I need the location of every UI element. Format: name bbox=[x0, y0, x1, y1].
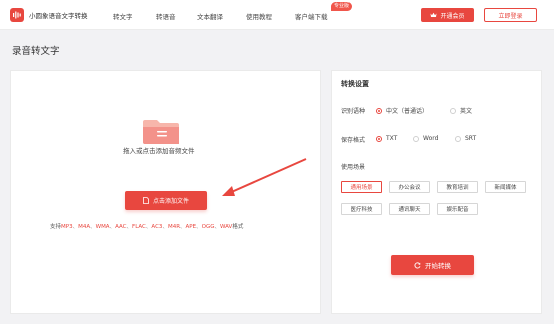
format-option-txt[interactable]: TXT bbox=[376, 135, 397, 142]
radio-icon bbox=[450, 107, 456, 114]
format-ac3: AC3 bbox=[151, 224, 163, 230]
radio-icon bbox=[413, 135, 419, 142]
format-m4r: M4R bbox=[167, 224, 181, 230]
scene-option-news[interactable]: 新闻媒体 bbox=[485, 181, 526, 193]
radio-selected-icon bbox=[376, 135, 382, 142]
file-icon bbox=[143, 197, 149, 204]
format-wav: WAV bbox=[220, 224, 233, 230]
supported-formats: 支持MP3、M4A、WMA、AAC、FLAC、AC3、M4R、APE、OGG、W… bbox=[50, 224, 244, 230]
format-wma: WMA bbox=[95, 224, 110, 230]
format-aac: AAC bbox=[115, 224, 127, 230]
refresh-icon bbox=[414, 261, 421, 268]
format-option-srt[interactable]: SRT bbox=[455, 135, 476, 142]
add-file-label: 点击添加文件 bbox=[152, 198, 189, 205]
language-label: 识别语种 bbox=[341, 108, 366, 115]
scene-option-dubbing[interactable]: 娱乐配音 bbox=[437, 203, 478, 215]
format-option-word[interactable]: Word bbox=[413, 135, 438, 142]
add-file-button[interactable]: 点击添加文件 bbox=[125, 191, 207, 210]
format-mp3: MP3 bbox=[61, 224, 73, 230]
scene-option-medical[interactable]: 医疗科技 bbox=[341, 203, 382, 215]
format-ogg: OGG bbox=[201, 224, 215, 230]
format-label: 保存格式 bbox=[341, 137, 366, 144]
scene-option-chat[interactable]: 通讯聊天 bbox=[389, 203, 430, 215]
scene-option-education[interactable]: 教育培训 bbox=[437, 181, 478, 193]
radio-selected-icon bbox=[376, 107, 382, 114]
radio-icon bbox=[455, 135, 461, 142]
format-m4a: M4A bbox=[78, 224, 91, 230]
scene-option-meeting[interactable]: 办公会议 bbox=[389, 181, 430, 193]
scene-label: 使用场景 bbox=[341, 164, 366, 171]
language-option-chinese[interactable]: 中文（普通话） bbox=[376, 106, 428, 115]
format-ape: APE bbox=[185, 224, 197, 230]
format-flac: FLAC bbox=[132, 224, 146, 230]
settings-title: 转换设置 bbox=[341, 80, 369, 88]
start-convert-button[interactable]: 开始转换 bbox=[391, 255, 474, 275]
start-convert-label: 开始转换 bbox=[425, 262, 451, 270]
language-option-english[interactable]: 英文 bbox=[450, 106, 472, 115]
scene-option-general[interactable]: 通用场景 bbox=[341, 181, 382, 193]
